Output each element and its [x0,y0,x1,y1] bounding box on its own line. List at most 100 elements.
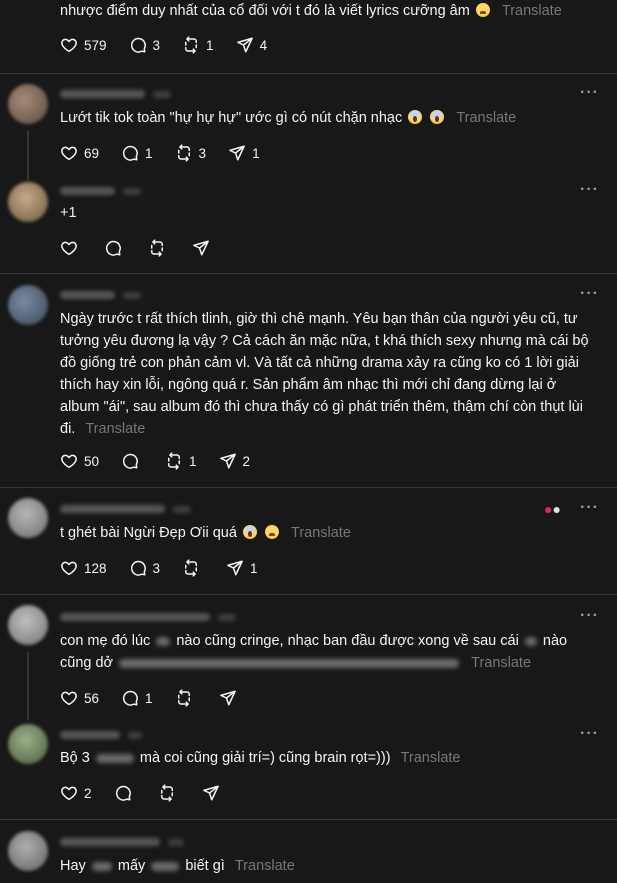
screaming-face-emoji-icon [430,110,445,124]
heart-icon [60,559,78,577]
divider [0,73,617,74]
avatar[interactable] [8,84,48,124]
sad-face-emoji-icon [264,525,279,539]
translate-link[interactable]: Translate [502,3,562,19]
share-icon [236,36,254,54]
like-button[interactable]: 579 [60,36,107,54]
translate-link[interactable]: Translate [456,110,516,126]
post-actions: 128 3 1 [60,558,280,578]
reply-count: 1 [145,690,153,706]
post-body: dở [95,655,114,671]
like-button[interactable]: 56 [60,689,99,707]
heart-icon [60,452,78,470]
repost-button[interactable]: 1 [182,36,214,54]
repost-icon [182,36,200,54]
username[interactable] [60,90,145,98]
share-button[interactable]: 1 [228,144,260,162]
comment-icon [121,689,139,707]
username[interactable] [60,838,160,846]
repost-button[interactable] [182,559,200,577]
like-button[interactable]: 50 [60,452,99,470]
repost-button[interactable]: 3 [175,144,207,162]
post-text: +1 [60,202,591,224]
sad-face-emoji-icon [475,3,490,17]
username[interactable] [60,731,120,739]
post-body: Bộ 3 [60,750,90,766]
redacted-text [119,658,460,668]
reply-button[interactable]: 1 [121,689,153,707]
more-icon[interactable]: ··· [580,500,599,516]
post-actions: 69 1 3 1 [60,143,282,163]
share-icon [226,559,244,577]
share-count: 2 [242,453,251,469]
translate-link[interactable]: Translate [235,858,295,874]
post-body: Lướt tik tok toàn "hự hự hự" ước gì có n… [60,110,403,126]
reply-button[interactable]: 3 [129,559,160,577]
avatar[interactable] [8,724,48,764]
post-header [60,184,141,198]
avatar[interactable] [8,182,48,222]
more-icon[interactable]: ··· [580,286,599,302]
reply-button[interactable] [114,784,132,802]
timestamp [168,838,184,846]
repost-button[interactable]: 1 [165,452,197,470]
post-header [60,728,142,742]
repost-button[interactable] [158,784,176,802]
reply-button[interactable]: 1 [121,144,153,162]
like-count: 69 [84,145,100,161]
post-text: t ghét bài Ngừi Đẹp Ơii quá Translate [60,522,591,544]
post-actions: 579 3 1 4 [60,35,289,55]
share-button[interactable]: 1 [226,559,258,577]
more-icon[interactable]: ··· [580,726,599,742]
more-icon[interactable]: ··· [580,182,599,198]
share-button[interactable]: 2 [219,452,251,470]
repost-icon [148,239,166,257]
username[interactable] [60,187,115,195]
translate-link[interactable]: Translate [291,525,351,541]
post-text: con mẹ đó lúc nào cũng cringe, nhạc ban … [60,630,591,674]
post-body: Hay [60,858,86,874]
repost-button[interactable] [175,689,193,707]
share-icon [202,784,220,802]
avatar[interactable] [8,605,48,645]
translate-link[interactable]: Translate [401,750,461,766]
post-text: Lướt tik tok toàn "hự hự hự" ước gì có n… [60,107,591,129]
repost-button[interactable] [148,239,166,257]
timestamp [218,613,236,621]
like-button[interactable]: 2 [60,784,92,802]
repost-count: 3 [198,145,207,161]
translate-link[interactable]: Translate [471,655,531,671]
share-button[interactable] [202,784,220,802]
username[interactable] [60,613,210,621]
share-icon [228,144,246,162]
reply-button[interactable] [104,239,122,257]
avatar[interactable] [8,285,48,325]
post-actions: 2 [60,783,246,803]
share-button[interactable]: 4 [236,36,267,54]
timestamp [123,291,141,299]
comment-icon [121,452,139,470]
thread-line [27,652,29,720]
post-actions: 56 1 [60,688,263,708]
reply-button[interactable] [121,452,139,470]
divider [0,819,617,820]
avatar[interactable] [8,498,48,538]
post-body: +1 [60,205,77,221]
like-button[interactable] [60,239,78,257]
share-button[interactable] [192,239,210,257]
reply-button[interactable]: 3 [129,36,160,54]
username[interactable] [60,291,115,299]
repost-icon [182,559,200,577]
screaming-face-emoji-icon [408,110,423,124]
post-header [60,610,236,624]
like-button[interactable]: 128 [60,559,107,577]
redacted-word [91,861,112,871]
more-icon[interactable]: ··· [580,85,599,101]
avatar[interactable] [8,831,48,871]
share-button[interactable] [219,689,237,707]
translate-link[interactable]: Translate [85,421,145,437]
like-button[interactable]: 69 [60,144,99,162]
username[interactable] [60,505,165,513]
more-icon[interactable]: ··· [580,608,599,624]
post-body: t ghét bài Ngừi Đẹp Ơii quá [60,525,237,541]
